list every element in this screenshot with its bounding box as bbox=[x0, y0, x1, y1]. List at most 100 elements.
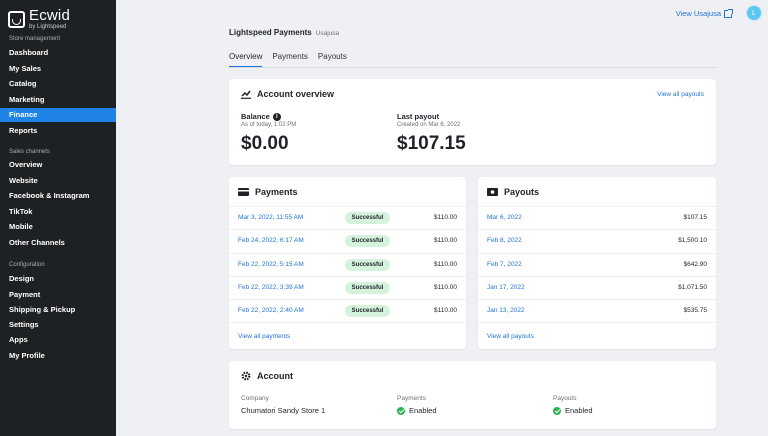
table-row[interactable]: Feb 22, 2022, 5:15 AM Successful $110.00 bbox=[229, 253, 466, 276]
payment-date[interactable]: Feb 22, 2022, 2:40 AM bbox=[238, 307, 304, 314]
tabs-divider bbox=[229, 67, 716, 68]
view-all-payouts-link[interactable]: View all payouts bbox=[657, 91, 704, 98]
tab-overview[interactable]: Overview bbox=[229, 52, 263, 68]
table-row[interactable]: Jan 17, 2022 $1,071.50 bbox=[478, 276, 716, 299]
view-all-payouts-bottom-link[interactable]: View all payouts bbox=[487, 333, 534, 340]
tab-payments[interactable]: Payments bbox=[272, 52, 308, 68]
section-sales-channels: Sales channels bbox=[9, 149, 50, 155]
table-row[interactable]: Feb 7, 2022 $642.90 bbox=[478, 253, 716, 276]
sidebar-item-payment[interactable]: Payment bbox=[0, 288, 116, 302]
sidebar-item-settings[interactable]: Settings bbox=[0, 318, 116, 332]
sidebar-item-finance[interactable]: Finance bbox=[0, 108, 116, 122]
sidebar-item-tiktok[interactable]: TikTok bbox=[0, 205, 116, 219]
sidebar-item-marketing[interactable]: Marketing bbox=[0, 93, 116, 107]
payouts-title: Payouts bbox=[487, 187, 539, 197]
status-badge: Successful bbox=[345, 305, 390, 317]
page-title: Lightspeed Payments Usajusa bbox=[229, 28, 339, 37]
payouts-title-text: Payouts bbox=[504, 187, 540, 197]
check-circle-icon bbox=[397, 406, 405, 415]
logo-name: Ecwid bbox=[29, 7, 71, 24]
account-card: Account Company Chumatori Sandy Store 1 … bbox=[229, 361, 716, 429]
payments-title: Payments bbox=[238, 187, 298, 197]
view-all-row: View all payments bbox=[229, 322, 466, 349]
sidebar-item-website[interactable]: Website bbox=[0, 174, 116, 188]
sidebar-item-other-channels[interactable]: Other Channels bbox=[0, 236, 116, 250]
status-badge: Successful bbox=[345, 259, 390, 271]
balance-label-text: Balance bbox=[241, 112, 270, 121]
sidebar-item-apps[interactable]: Apps bbox=[0, 333, 116, 347]
ecwid-logo[interactable]: Ecwid by Lightspeed bbox=[8, 8, 70, 30]
payout-date[interactable]: Feb 8, 2022 bbox=[487, 237, 522, 244]
section-store-management: Store management bbox=[9, 36, 61, 42]
payouts-status: Enabled bbox=[553, 406, 593, 415]
company-value-text: Chumatori Sandy Store 1 bbox=[241, 406, 326, 415]
sidebar-item-mobile[interactable]: Mobile bbox=[0, 220, 116, 234]
table-row[interactable]: Mar 6, 2022 $107.15 bbox=[478, 206, 716, 229]
view-store-link[interactable]: View Usajusa bbox=[676, 8, 733, 18]
payment-amount: $110.00 bbox=[433, 284, 457, 291]
sidebar-item-design[interactable]: Design bbox=[0, 272, 116, 286]
table-row[interactable]: Feb 8, 2022 $1,500.10 bbox=[478, 229, 716, 252]
payment-amount: $110.00 bbox=[433, 307, 457, 314]
gear-icon bbox=[241, 371, 251, 381]
sidebar-item-catalog[interactable]: Catalog bbox=[0, 77, 116, 91]
balance-label: Balance i bbox=[241, 112, 281, 121]
payout-amount: $535.75 bbox=[683, 307, 708, 314]
payouts-card: Payouts Mar 6, 2022 $107.15 Feb 8, 2022 … bbox=[478, 177, 716, 349]
table-row[interactable]: Feb 22, 2022, 2:40 AM Successful $110.00 bbox=[229, 299, 466, 322]
external-link-icon bbox=[724, 8, 733, 18]
tabs: Overview Payments Payouts bbox=[229, 52, 347, 68]
table-row[interactable]: Feb 24, 2022, 6:17 AM Successful $110.00 bbox=[229, 229, 466, 252]
payments-status-label: Payments bbox=[397, 395, 426, 402]
status-badge: Successful bbox=[345, 235, 390, 247]
chart-trend-icon bbox=[241, 90, 251, 99]
last-payout-label-text: Last payout bbox=[397, 112, 440, 121]
company-value: Chumatori Sandy Store 1 bbox=[241, 406, 325, 415]
info-icon[interactable]: i bbox=[272, 112, 281, 121]
avatar[interactable]: L bbox=[746, 5, 762, 21]
status-badge: Successful bbox=[345, 282, 390, 294]
cash-icon bbox=[487, 188, 498, 196]
payout-amount: $1,071.50 bbox=[678, 284, 707, 291]
sidebar-item-my-sales[interactable]: My Sales bbox=[0, 62, 116, 76]
payments-title-text: Payments bbox=[255, 187, 298, 197]
tab-payouts[interactable]: Payouts bbox=[318, 52, 347, 68]
table-row[interactable]: Mar 3, 2022, 11:55 AM Successful $110.00 bbox=[229, 206, 466, 229]
sidebar-item-my-profile[interactable]: My Profile bbox=[0, 349, 116, 363]
table-row[interactable]: Jan 13, 2022 $535.75 bbox=[478, 299, 716, 322]
status-badge: Successful bbox=[345, 212, 390, 224]
account-overview-card: Account overview View all payouts Balanc… bbox=[229, 79, 716, 165]
payment-date[interactable]: Mar 3, 2022, 11:55 AM bbox=[238, 214, 303, 221]
account-overview-title: Account overview bbox=[241, 89, 334, 99]
payment-amount: $110.00 bbox=[433, 214, 457, 221]
payout-date[interactable]: Mar 6, 2022 bbox=[487, 214, 522, 221]
balance-value: $0.00 bbox=[241, 133, 289, 154]
payment-date[interactable]: Feb 24, 2022, 6:17 AM bbox=[238, 237, 304, 244]
payout-date[interactable]: Jan 13, 2022 bbox=[487, 307, 525, 314]
sidebar: Ecwid by Lightspeed Store management Das… bbox=[0, 0, 116, 436]
sidebar-item-overview[interactable]: Overview bbox=[0, 158, 116, 172]
section-configuration: Configuration bbox=[9, 262, 45, 268]
table-row[interactable]: Feb 22, 2022, 3:39 AM Successful $110.00 bbox=[229, 276, 466, 299]
payouts-status-text: Enabled bbox=[565, 406, 593, 415]
account-title-text: Account bbox=[257, 371, 293, 381]
payout-amount: $107.15 bbox=[683, 214, 708, 221]
sidebar-item-dashboard[interactable]: Dashboard bbox=[0, 46, 116, 60]
credit-card-icon bbox=[238, 188, 249, 196]
page-subtitle: Usajusa bbox=[315, 30, 340, 37]
payments-status: Enabled bbox=[397, 406, 437, 415]
sidebar-item-reports[interactable]: Reports bbox=[0, 124, 116, 138]
sidebar-item-facebook-instagram[interactable]: Facebook & Instagram bbox=[0, 189, 116, 203]
payout-amount: $642.90 bbox=[683, 261, 708, 268]
sidebar-item-shipping-pickup[interactable]: Shipping & Pickup bbox=[0, 303, 116, 317]
payment-date[interactable]: Feb 22, 2022, 3:39 AM bbox=[238, 284, 304, 291]
view-all-payments-link[interactable]: View all payments bbox=[238, 333, 290, 340]
payout-date[interactable]: Jan 17, 2022 bbox=[487, 284, 525, 291]
page-title-text: Lightspeed Payments bbox=[229, 28, 312, 37]
payout-date[interactable]: Feb 7, 2022 bbox=[487, 261, 522, 268]
view-all-row: View all payouts bbox=[478, 322, 716, 349]
check-circle-icon bbox=[553, 406, 561, 415]
payment-date[interactable]: Feb 22, 2022, 5:15 AM bbox=[238, 261, 304, 268]
payouts-status-label: Payouts bbox=[553, 395, 577, 402]
payout-amount: $1,500.10 bbox=[678, 237, 707, 244]
